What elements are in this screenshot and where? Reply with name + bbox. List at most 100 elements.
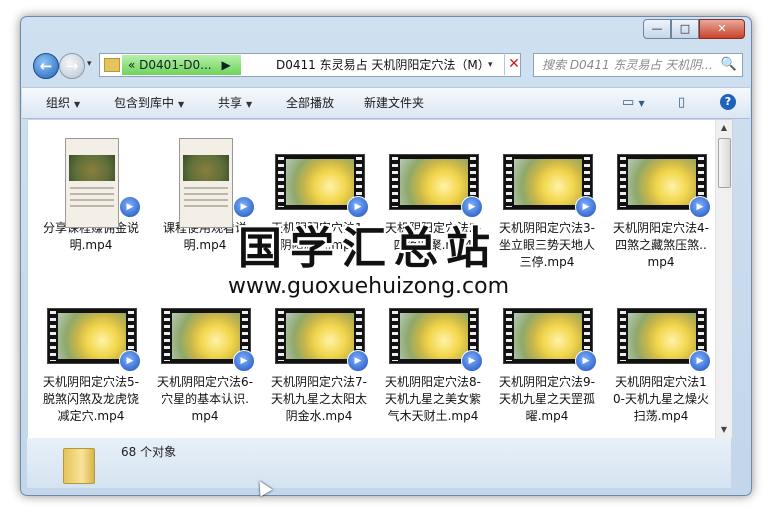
- file-name: 天机阴阳定穴法8-天机九星之美女紫气木天财土.mp4: [384, 375, 481, 423]
- back-button[interactable]: ←: [33, 53, 59, 79]
- file-item[interactable]: ▶ 天机阴阳定穴法6-穴星的基本认识.mp4: [156, 300, 255, 425]
- file-thumbnail: ▶: [501, 300, 597, 372]
- watermark-title: 国学汇总站: [238, 223, 498, 274]
- vertical-scrollbar[interactable]: ▲ ▼: [715, 120, 732, 438]
- folder-icon: [63, 448, 95, 484]
- media-player-icon: ▶: [575, 350, 597, 372]
- close-button[interactable]: ✕: [699, 19, 745, 39]
- file-thumbnail: ▶: [615, 146, 711, 218]
- file-name: 天机阴阳定穴法7-天机九星之太阳太阴金水.mp4: [270, 375, 367, 423]
- file-item[interactable]: ▶ 分享课程赚佣金说明.mp4: [42, 138, 141, 254]
- share-label: 共享: [218, 96, 243, 110]
- media-player-icon: ▶: [575, 196, 597, 218]
- scroll-thumb[interactable]: [718, 138, 731, 188]
- thumbnail-line: [70, 193, 114, 195]
- file-item[interactable]: ▶ 天机阴阳定穴法3-坐立眼三势天地人三停.mp4: [498, 146, 597, 271]
- file-name: 天机阴阳定穴法4-四煞之藏煞压煞..mp4: [613, 221, 709, 269]
- file-thumbnail: ▶: [159, 300, 255, 372]
- phone-screenshot-thumbnail: [65, 138, 119, 228]
- film-strip: [506, 157, 512, 207]
- file-thumbnail: ▶: [387, 146, 483, 218]
- command-bar: 组织 ▼ 包含到库中 ▼ 共享 ▼ 全部播放 新建文件夹 ▭ ▼ ▯ ?: [22, 87, 750, 119]
- scroll-down-icon[interactable]: ▼: [716, 422, 732, 438]
- file-name: 天机阴阳定穴法6-穴星的基本认识.mp4: [157, 375, 253, 423]
- file-name: 天机阴阳定穴法3-坐立眼三势天地人三停.mp4: [498, 221, 595, 269]
- thumbnail-line: [70, 205, 114, 207]
- forward-button[interactable]: →: [59, 53, 85, 79]
- file-thumbnail: ▶: [615, 300, 711, 372]
- thumbnail-line: [184, 193, 228, 195]
- recent-pages-dropdown[interactable]: ▾: [87, 59, 92, 69]
- include-library-label: 包含到库中: [114, 96, 175, 110]
- file-item[interactable]: ▶ 天机阴阳定穴法9-天机九星之天罡孤曜.mp4: [498, 300, 597, 425]
- thumbnail-image: [69, 155, 115, 181]
- breadcrumb-folder[interactable]: D0401-D0...: [139, 58, 211, 72]
- scroll-up-icon[interactable]: ▲: [716, 120, 732, 136]
- film-strip: [392, 157, 398, 207]
- file-thumbnail: ▶: [273, 146, 369, 218]
- film-strip: [164, 311, 170, 361]
- chevron-down-icon: ▼: [246, 100, 253, 109]
- file-name: 天机阴阳定穴法5-脱煞闪煞及龙虎饶减定穴.mp4: [42, 375, 139, 423]
- chevron-down-icon[interactable]: ▼: [638, 99, 644, 108]
- breadcrumb[interactable]: « D0401-D0... ▶: [122, 55, 241, 75]
- thumbnail-image: [286, 313, 354, 359]
- file-item[interactable]: ▶ 天机阴阳定穴法10-天机九星之燥火扫荡.mp4: [612, 300, 711, 425]
- file-thumbnail: ▶: [273, 300, 369, 372]
- thumbnail-line: [70, 199, 114, 201]
- file-thumbnail: ▶: [387, 300, 483, 372]
- chevron-down-icon: ▼: [74, 100, 81, 109]
- thumbnail-image: [183, 155, 229, 181]
- thumbnail-image: [628, 313, 696, 359]
- file-name: 天机阴阳定穴法10-天机九星之燥火扫荡.mp4: [613, 375, 709, 423]
- thumbnail-image: [58, 313, 126, 359]
- thumbnail-image: [400, 159, 468, 205]
- media-player-icon: ▶: [233, 350, 255, 372]
- current-folder-label[interactable]: D0411 东灵易占 天机阴阳定穴法（M）: [276, 55, 490, 75]
- minimize-button[interactable]: —: [643, 19, 671, 39]
- include-library-menu[interactable]: 包含到库中 ▼: [114, 88, 184, 118]
- thumbnail-line: [184, 205, 228, 207]
- new-folder-button[interactable]: 新建文件夹: [364, 88, 424, 118]
- maximize-button[interactable]: □: [671, 19, 699, 39]
- film-strip: [278, 157, 284, 207]
- thumbnail-image: [172, 313, 240, 359]
- play-all-button[interactable]: 全部播放: [286, 88, 334, 118]
- film-strip: [50, 311, 56, 361]
- search-box[interactable]: 搜索 D0411 东灵易占 天机阴... 🔍: [533, 53, 743, 77]
- media-player-icon: ▶: [119, 350, 141, 372]
- stop-icon[interactable]: ✕: [504, 53, 523, 75]
- address-dropdown-icon[interactable]: ▾: [488, 55, 493, 75]
- preview-pane-icon[interactable]: ▯: [678, 94, 685, 112]
- file-thumbnail: ▶: [45, 300, 141, 372]
- file-item[interactable]: ▶ 天机阴阳定穴法5-脱煞闪煞及龙虎饶减定穴.mp4: [42, 300, 141, 425]
- folder-icon: [104, 58, 120, 72]
- change-view-icon[interactable]: ▭ ▼: [622, 94, 645, 112]
- title-bar: — □ ✕: [21, 17, 751, 49]
- media-player-icon: ▶: [347, 350, 369, 372]
- thumbnail-line: [70, 187, 114, 189]
- film-strip: [278, 311, 284, 361]
- help-icon[interactable]: ?: [720, 94, 736, 110]
- thumbnail-line: [184, 199, 228, 201]
- caption-buttons: — □ ✕: [643, 19, 745, 39]
- file-item[interactable]: ▶ 天机阴阳定穴法7-天机九星之太阳太阴金水.mp4: [270, 300, 369, 425]
- phone-screenshot-thumbnail: [179, 138, 233, 228]
- breadcrumb-prefix: «: [128, 58, 136, 72]
- film-strip: [392, 311, 398, 361]
- organize-menu[interactable]: 组织 ▼: [46, 88, 80, 118]
- search-icon[interactable]: 🔍: [721, 56, 737, 74]
- thumbnail-image: [400, 313, 468, 359]
- file-item[interactable]: ▶ 天机阴阳定穴法8-天机九星之美女紫气木天财土.mp4: [384, 300, 483, 425]
- search-input[interactable]: 搜索 D0411 东灵易占 天机阴...: [542, 54, 712, 76]
- thumbnail-image: [514, 159, 582, 205]
- breadcrumb-separator-icon[interactable]: ▶: [221, 58, 230, 72]
- file-item[interactable]: ▶ 天机阴阳定穴法4-四煞之藏煞压煞..mp4: [612, 146, 711, 271]
- share-menu[interactable]: 共享 ▼: [218, 88, 252, 118]
- media-player-icon: ▶: [119, 196, 141, 218]
- view-glyph: ▭: [622, 95, 635, 110]
- film-strip: [620, 157, 626, 207]
- address-bar[interactable]: « D0401-D0... ▶ D0411 东灵易占 天机阴阳定穴法（M） ▾ …: [99, 53, 521, 77]
- organize-label: 组织: [46, 96, 71, 110]
- navigation-bar: ← → ▾ « D0401-D0... ▶ D0411 东灵易占 天机阴阳定穴法…: [29, 51, 743, 79]
